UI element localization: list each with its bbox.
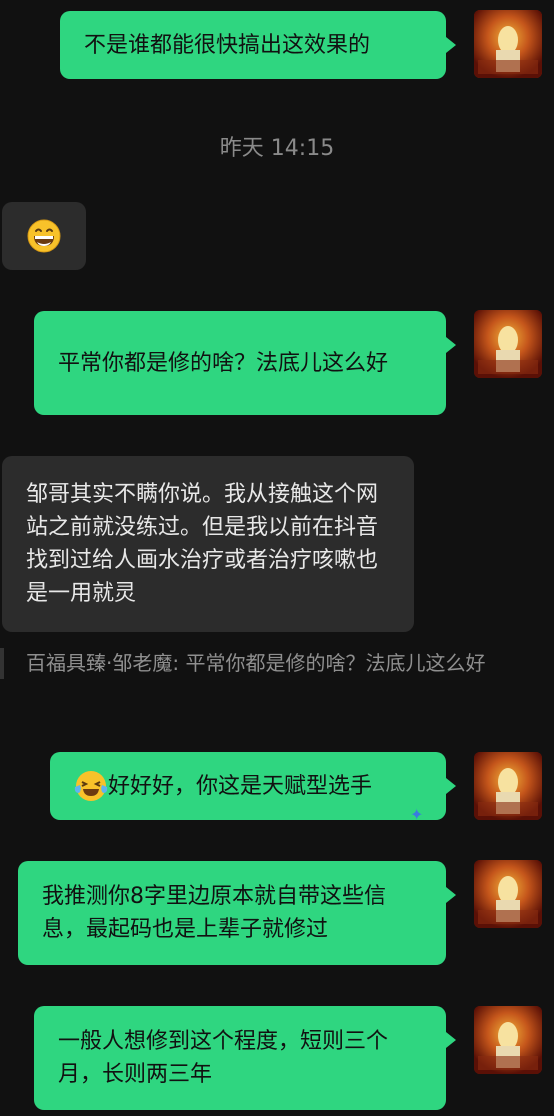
- avatar[interactable]: [474, 1006, 542, 1074]
- outgoing-message-bubble[interactable]: 一般人想修到这个程度，短则三个月，长则两三年: [34, 1006, 446, 1110]
- avatar-image: [474, 752, 542, 820]
- message-text: 不是谁都能很快搞出这效果的: [84, 32, 371, 58]
- outgoing-message-bubble[interactable]: 好好好，你这是天赋型选手: [50, 752, 446, 820]
- bubble-tail: [446, 1032, 456, 1048]
- avatar-image: [474, 1006, 542, 1074]
- avatar[interactable]: [474, 860, 542, 928]
- avatar-image: [474, 860, 542, 928]
- incoming-message-bubble[interactable]: [2, 202, 86, 270]
- avatar-image: [474, 10, 542, 78]
- laughing-tears-icon: [74, 771, 108, 801]
- message-text: 一般人想修到这个程度，短则三个月，长则两三年: [58, 1029, 389, 1087]
- quoted-reply[interactable]: 百福具臻·邹老魔: 平常你都是修的啥？法底儿这么好: [0, 648, 520, 679]
- timestamp: 昨天 14:15: [219, 136, 335, 161]
- message-text: 好好好，你这是天赋型选手: [108, 773, 373, 799]
- bubble-tail: [446, 887, 456, 903]
- message-text: 平常你都是修的啥？法底儿这么好: [58, 350, 389, 376]
- outgoing-message-bubble[interactable]: 我推测你8字里边原本就自带这些信息，最起码也是上辈子就修过: [18, 861, 446, 965]
- sparkle-icon: ✦: [410, 805, 424, 824]
- message-text: 邹哥其实不瞒你说。我从接触这个网站之前就没练过。但是我以前在抖音找到过给人画水治…: [26, 482, 379, 606]
- avatar[interactable]: [474, 10, 542, 78]
- quote-text: 百福具臻·邹老魔: 平常你都是修的啥？法底儿这么好: [26, 651, 486, 675]
- avatar[interactable]: [474, 752, 542, 820]
- avatar[interactable]: [474, 310, 542, 378]
- bubble-tail: [446, 778, 456, 794]
- outgoing-message-bubble[interactable]: 不是谁都能很快搞出这效果的: [60, 11, 446, 79]
- message-text: 我推测你8字里边原本就自带这些信息，最起码也是上辈子就修过: [42, 884, 386, 942]
- bubble-tail: [446, 37, 456, 53]
- incoming-message-bubble[interactable]: 邹哥其实不瞒你说。我从接触这个网站之前就没练过。但是我以前在抖音找到过给人画水治…: [2, 456, 414, 632]
- bubble-tail: [446, 337, 456, 353]
- grinning-face-icon: [27, 219, 61, 253]
- avatar-image: [474, 310, 542, 378]
- outgoing-message-bubble[interactable]: 平常你都是修的啥？法底儿这么好: [34, 311, 446, 415]
